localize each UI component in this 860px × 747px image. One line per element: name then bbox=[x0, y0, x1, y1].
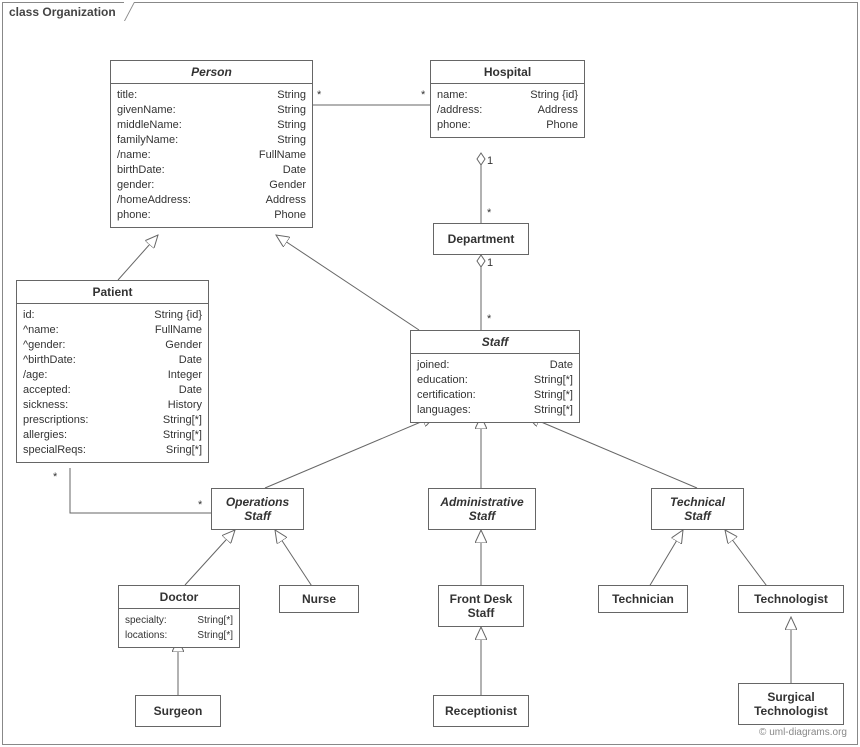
class-receptionist: Receptionist bbox=[433, 695, 529, 727]
class-hospital: Hospital name:String {id}/address:Addres… bbox=[430, 60, 585, 138]
class-nurse: Nurse bbox=[279, 585, 359, 613]
class-doctor-title: Doctor bbox=[119, 586, 239, 609]
class-patient-title: Patient bbox=[17, 281, 208, 304]
class-technician: Technician bbox=[598, 585, 688, 613]
class-front-desk-staff: Front Desk Staff bbox=[438, 585, 524, 627]
mult-hospital-dept-star: * bbox=[487, 207, 491, 219]
class-surgeon: Surgeon bbox=[135, 695, 221, 727]
class-technologist: Technologist bbox=[738, 585, 844, 613]
class-technical-staff: Technical Staff bbox=[651, 488, 744, 530]
class-patient: Patient id:String {id}^name:FullName^gen… bbox=[16, 280, 209, 463]
mult-dept-staff-1: 1 bbox=[487, 257, 493, 269]
package-frame: class Organization bbox=[2, 2, 858, 745]
class-person-title: Person bbox=[111, 61, 312, 84]
class-staff-title: Staff bbox=[411, 331, 579, 354]
class-doctor-body: specialty:String[*]locations:String[*] bbox=[119, 609, 239, 647]
class-operations-staff: Operations Staff bbox=[211, 488, 304, 530]
mult-patient-ops-ops: * bbox=[198, 499, 202, 511]
class-hospital-title: Hospital bbox=[431, 61, 584, 84]
class-department: Department bbox=[433, 223, 529, 255]
class-staff: Staff joined:Dateeducation:String[*]cert… bbox=[410, 330, 580, 423]
class-person: Person title:StringgivenName:Stringmiddl… bbox=[110, 60, 313, 228]
class-surgical-technologist: Surgical Technologist bbox=[738, 683, 844, 725]
class-administrative-staff: Administrative Staff bbox=[428, 488, 536, 530]
class-patient-body: id:String {id}^name:FullName^gender:Gend… bbox=[17, 304, 208, 462]
frame-title: class Organization bbox=[2, 2, 125, 21]
mult-dept-staff-star: * bbox=[487, 313, 491, 325]
class-doctor: Doctor specialty:String[*]locations:Stri… bbox=[118, 585, 240, 648]
mult-person-hospital-left: * bbox=[317, 89, 321, 101]
mult-person-hospital-right: * bbox=[421, 89, 425, 101]
class-hospital-body: name:String {id}/address:Addressphone:Ph… bbox=[431, 84, 584, 137]
class-person-body: title:StringgivenName:StringmiddleName:S… bbox=[111, 84, 312, 227]
mult-patient-ops-patient: * bbox=[53, 471, 57, 483]
mult-hospital-dept-1: 1 bbox=[487, 155, 493, 167]
class-staff-body: joined:Dateeducation:String[*]certificat… bbox=[411, 354, 579, 422]
watermark: © uml-diagrams.org bbox=[759, 727, 847, 738]
